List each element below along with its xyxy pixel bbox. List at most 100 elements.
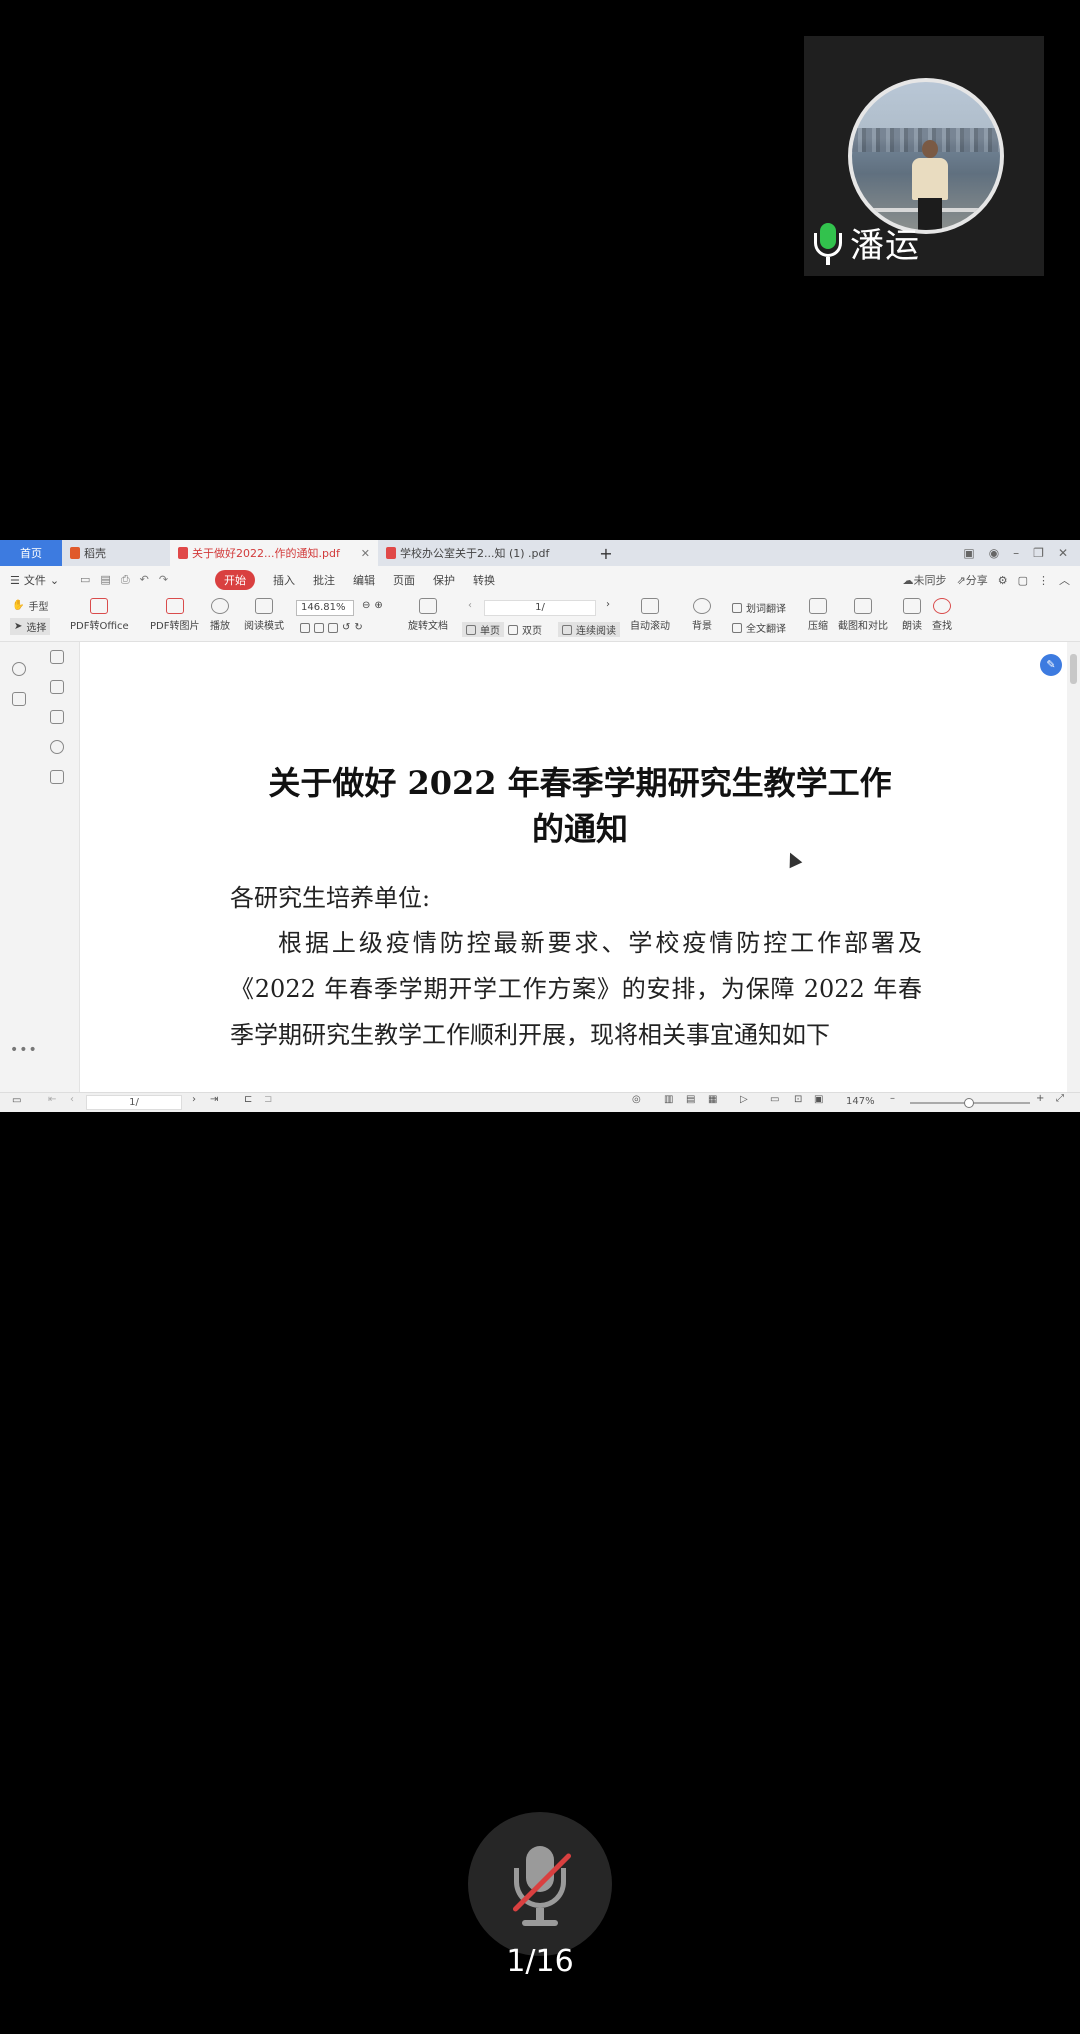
new-tab-button[interactable]: + xyxy=(590,540,622,566)
read-aloud-button[interactable]: 朗读 xyxy=(902,598,922,632)
attachment-icon[interactable] xyxy=(50,740,64,754)
next-page-icon[interactable]: › xyxy=(192,1094,196,1105)
assistant-float-button[interactable]: ✎ xyxy=(1040,654,1062,676)
rotate-document-button[interactable]: 旋转文档 xyxy=(408,598,448,632)
full-translate-button[interactable]: 全文翻译 xyxy=(732,620,786,635)
zoom-input[interactable]: 146.81% xyxy=(296,600,354,616)
fit-page-icon[interactable] xyxy=(314,622,324,633)
fit-width-icon[interactable] xyxy=(300,622,310,633)
menu-insert[interactable]: 插入 xyxy=(273,572,295,588)
mute-button[interactable] xyxy=(468,1812,612,1956)
fullscreen-icon[interactable]: ⤢ xyxy=(1056,1093,1064,1104)
zoom-in-icon[interactable]: ⊕ xyxy=(374,600,382,611)
file-menu[interactable]: ☰ 文件 ⌄ xyxy=(10,572,66,588)
actual-size-icon[interactable]: ⊡ xyxy=(794,1094,802,1105)
thumbnail-icon[interactable] xyxy=(50,680,64,694)
zoom-slider[interactable] xyxy=(910,1098,1030,1108)
fit-icon[interactable]: ▭ xyxy=(770,1094,779,1105)
menu-edit[interactable]: 编辑 xyxy=(353,572,375,588)
image-icon xyxy=(165,598,184,614)
search-icon[interactable] xyxy=(12,662,26,676)
single-page-view-icon[interactable]: ▥ xyxy=(664,1094,673,1105)
find-button[interactable]: 查找 xyxy=(932,598,952,632)
vertical-scrollbar[interactable] xyxy=(1067,642,1080,1092)
fit-page-icon[interactable]: ▣ xyxy=(814,1094,823,1105)
double-page-button[interactable]: 双页 xyxy=(508,622,542,637)
sync-status[interactable]: ☁未同步 xyxy=(903,572,947,588)
more-icon[interactable]: ••• xyxy=(10,1042,38,1058)
user-avatar-icon[interactable]: ◉ xyxy=(989,546,999,560)
first-page-icon[interactable]: ⇤ xyxy=(48,1094,56,1105)
prev-page-icon[interactable]: ‹ xyxy=(468,600,472,611)
continuous-view-icon[interactable]: ▤ xyxy=(686,1094,695,1105)
more-icon[interactable]: ⋮ xyxy=(1038,574,1049,587)
zoom-out-icon[interactable]: – xyxy=(890,1093,895,1104)
hand-tool[interactable]: ✋ 手型 xyxy=(12,598,48,613)
settings-icon[interactable]: ⚙ xyxy=(998,574,1008,587)
forward-icon[interactable]: ⊐ xyxy=(264,1094,272,1105)
comment-icon[interactable] xyxy=(50,710,64,724)
close-window-icon[interactable]: ✕ xyxy=(1058,546,1068,560)
ocr-icon[interactable] xyxy=(12,692,26,706)
actual-size-icon[interactable] xyxy=(328,622,338,633)
play-icon xyxy=(211,598,229,614)
share-icon: ⇗ xyxy=(956,574,966,587)
open-icon[interactable]: ▭ xyxy=(80,573,90,587)
play-icon[interactable]: ▷ xyxy=(740,1094,748,1105)
prev-page-icon[interactable]: ‹ xyxy=(70,1094,74,1105)
comment-icon[interactable]: ▢ xyxy=(1018,574,1028,587)
document-paragraph: 根据上级疫情防控最新要求、学校疫情防控工作部署及《2022 年春季学期开学工作方… xyxy=(230,929,922,1049)
zoom-out-icon[interactable]: ⊖ xyxy=(362,600,370,611)
next-page-icon[interactable]: › xyxy=(606,599,610,610)
page-input[interactable]: 1/ xyxy=(484,600,596,616)
rotate-right-icon[interactable]: ↻ xyxy=(354,622,362,633)
play-button[interactable]: 播放 xyxy=(210,598,230,632)
menu-start[interactable]: 开始 xyxy=(215,570,255,590)
docer-icon xyxy=(70,547,80,559)
bookmark-icon[interactable] xyxy=(50,650,64,664)
close-icon[interactable]: ✕ xyxy=(361,547,370,560)
signature-icon[interactable] xyxy=(50,770,64,784)
eye-icon[interactable]: ◎ xyxy=(632,1094,641,1105)
compress-button[interactable]: 压缩 xyxy=(808,598,828,632)
double-page-view-icon[interactable]: ▦ xyxy=(708,1094,717,1105)
zoom-level[interactable]: 147% xyxy=(846,1096,875,1107)
collapse-ribbon-icon[interactable]: ︿ xyxy=(1059,572,1070,588)
continuous-read-button[interactable]: 连续阅读 xyxy=(558,622,620,637)
menu-comment[interactable]: 批注 xyxy=(313,572,335,588)
pdf-to-image-button[interactable]: PDF转图片 xyxy=(150,598,199,632)
zoom-in-icon[interactable]: + xyxy=(1036,1093,1044,1104)
crop-compare-button[interactable]: 截图和对比 xyxy=(838,598,888,632)
tab-bar: 首页 稻壳 关于做好2022...作的通知.pdf ✕ 学校办公室关于2...知 … xyxy=(0,540,1080,566)
document-title: 关于做好 2022 年春季学期研究生教学工作 的通知 xyxy=(268,764,892,848)
share-button[interactable]: ⇗分享 xyxy=(957,572,988,588)
sidebar-toggle-icon[interactable]: ▭ xyxy=(12,1095,21,1106)
restore-icon[interactable]: ❐ xyxy=(1033,546,1044,560)
menu-convert[interactable]: 转换 xyxy=(473,572,495,588)
back-icon[interactable]: ⊏ xyxy=(244,1094,252,1105)
print-icon[interactable]: ⎙ xyxy=(121,573,130,587)
search-icon xyxy=(933,598,951,614)
undo-icon[interactable]: ↶ xyxy=(140,573,149,587)
single-page-button[interactable]: 单页 xyxy=(462,622,504,637)
rotate-left-icon[interactable]: ↺ xyxy=(342,622,350,633)
pdf-to-office-button[interactable]: PDF转Office xyxy=(70,598,129,632)
background-button[interactable]: 背景 xyxy=(692,598,712,632)
tab-docer[interactable]: 稻壳 xyxy=(62,540,170,566)
tab-document-2[interactable]: 学校办公室关于2...知 (1) .pdf xyxy=(378,540,590,566)
tab-home[interactable]: 首页 xyxy=(0,540,62,566)
minimize-icon[interactable]: – xyxy=(1013,546,1019,560)
last-page-icon[interactable]: ⇥ xyxy=(210,1094,218,1105)
status-page-input[interactable]: 1/ xyxy=(86,1095,182,1110)
auto-scroll-button[interactable]: 自动滚动 xyxy=(630,598,670,632)
word-translate-button[interactable]: 划词翻译 xyxy=(732,600,786,615)
save-icon[interactable]: ▤ xyxy=(100,573,110,587)
select-tool[interactable]: ➤ 选择 xyxy=(10,618,51,635)
redo-icon[interactable]: ↷ xyxy=(159,573,168,587)
read-mode-button[interactable]: 阅读模式 xyxy=(244,598,284,632)
participant-tile[interactable]: 潘运 xyxy=(804,36,1044,276)
menu-page[interactable]: 页面 xyxy=(393,572,415,588)
window-count-icon[interactable]: ▣ xyxy=(963,546,974,560)
menu-protect[interactable]: 保护 xyxy=(433,572,455,588)
tab-document-active[interactable]: 关于做好2022...作的通知.pdf ✕ xyxy=(170,540,378,566)
